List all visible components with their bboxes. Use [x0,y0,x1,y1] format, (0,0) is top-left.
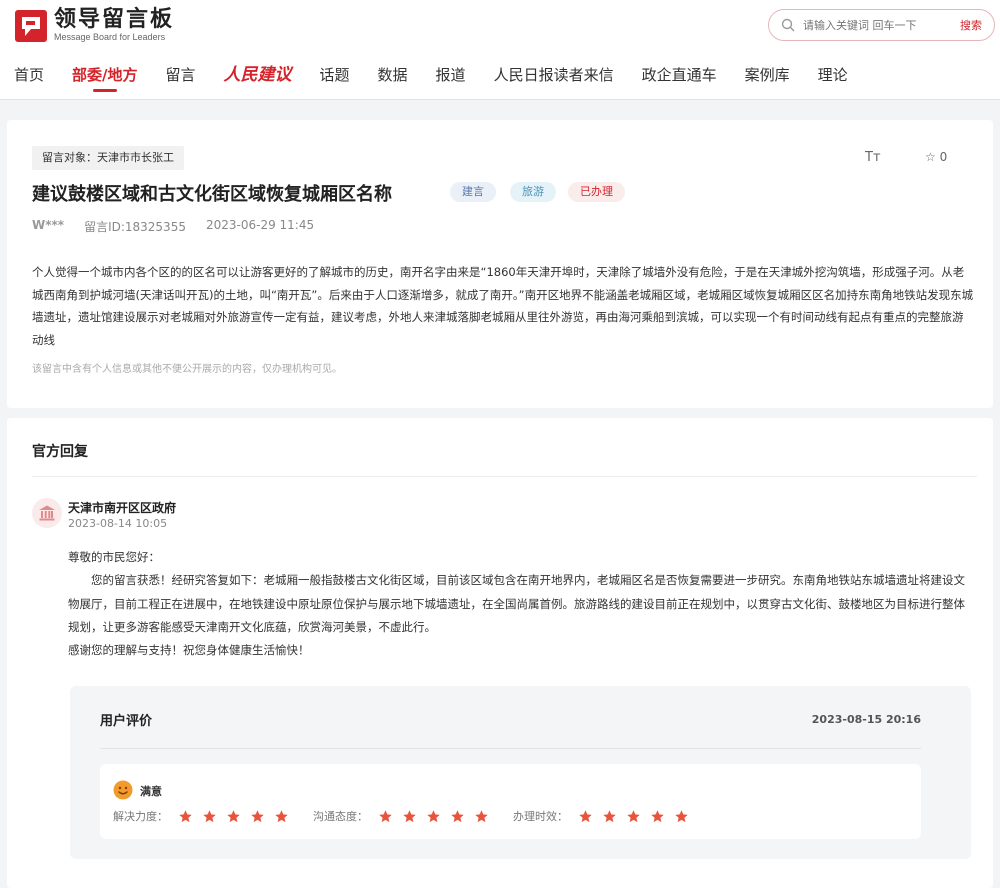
search-input[interactable] [803,18,943,32]
evaluation-result: 满意 [140,785,162,798]
message-target: 留言对象：天津市市长张工 [32,146,184,170]
rating-label: 沟通态度： [313,810,368,823]
rating-label: 办理时效： [513,810,568,823]
message-id: 留言ID:18325355 [84,220,186,234]
star-icon [651,809,664,822]
rating-resolution: 解决力度： [113,808,289,824]
reply-card: 官方回复 天津市南开区区政府 2023-08-14 10:05 尊敬的市民您好：… [7,418,993,888]
nav-home[interactable]: 首页 [0,62,58,92]
star-icon [203,809,216,822]
tag-tourism: 旅游 [510,182,556,202]
nav-enterprise-express[interactable]: 政企直通车 [628,62,731,92]
star-icon [451,809,464,822]
reply-section-title: 官方回复 [32,444,88,460]
reply-body: 尊敬的市民您好： 您的留言获悉！经研究答复如下：老城厢一般指鼓楼古文化街区域，目… [68,546,973,662]
site-logo[interactable]: 领导留言板 Message Board for Leaders [14,8,174,43]
message-user: W*** [32,218,65,232]
rating-timeliness: 办理时效： [513,808,689,824]
message-time: 2023-06-29 11:45 [205,218,315,232]
rating-list: 解决力度： 沟通态度： 办理时效： [113,808,689,824]
star-icon [251,809,264,822]
nav-ministries-local[interactable]: 部委/地方 [58,62,151,92]
logo-subtitle: Message Board for Leaders [54,32,166,42]
divider [32,476,977,477]
star-icon [379,809,392,822]
star-icon [403,809,416,822]
government-building-icon [39,505,55,521]
logo-title: 领导留言板 [54,7,175,32]
star-icon [603,809,616,822]
star-rating [578,809,689,824]
star-icon [227,809,240,822]
logo-icon [15,9,47,42]
tag-status-handled: 已办理 [568,182,625,202]
reply-date: 2023-08-14 10:05 [68,517,168,530]
reply-closing: 感谢您的理解与支持！祝您身体健康生活愉快！ [68,643,310,658]
star-icon [675,809,688,822]
government-avatar [32,498,62,528]
star-rating [178,809,289,824]
rating-attitude: 沟通态度： [313,808,489,824]
star-icon [427,809,440,822]
smile-face-icon [113,780,133,800]
reply-content: 您的留言获悉！经研究答复如下：老城厢一般指鼓楼古文化街区域，目前该区域包含在南开… [68,573,965,634]
nav-reports[interactable]: 报道 [422,62,480,92]
message-meta: W*** 留言ID:18325355 2023-06-29 11:45 [32,218,314,235]
search-box: 搜索 [768,9,995,41]
star-icon [579,809,592,822]
star-icon [627,809,640,822]
search-icon [781,18,795,32]
tag-suggestion: 建言 [450,182,496,202]
reply-greeting: 尊敬的市民您好： [68,550,160,564]
search-button[interactable]: 搜索 [960,17,982,33]
site-header: 领导留言板 Message Board for Leaders 搜索 首页 部委… [0,0,1000,100]
evaluation-date: 2023-08-15 20:16 [811,713,921,726]
star-rating [378,809,489,824]
main-nav: 首页 部委/地方 留言 人民建议 话题 数据 报道 人民日报读者来信 政企直通车… [0,62,862,92]
message-title: 建议鼓楼区域和古文化街区域恢复城厢区名称 [32,184,392,205]
privacy-note: 该留言中含有个人信息或其他不便公开展示的内容，仅办理机构可见。 [32,364,342,375]
message-card: 留言对象：天津市市长张工 Tт ☆ 0 建议鼓楼区域和古文化街区域恢复城厢区名称… [7,120,993,408]
favorite-button[interactable]: ☆ 0 [925,150,947,164]
star-icon [475,809,488,822]
star-icon [275,809,288,822]
reply-organization: 天津市南开区区政府 [68,501,177,515]
nav-people-suggestion[interactable]: 人民建议 [210,62,306,92]
evaluation-title: 用户评价 [100,714,153,729]
rating-label: 解决力度： [113,810,168,823]
nav-data[interactable]: 数据 [364,62,422,92]
message-content: 个人觉得一个城市内各个区的的区名可以让游客更好的了解城市的历史，南开名字由来是“… [32,265,974,347]
nav-messages[interactable]: 留言 [152,62,210,92]
divider [100,748,921,749]
nav-topics[interactable]: 话题 [306,62,364,92]
user-evaluation: 用户评价 2023-08-15 20:16 满意 解决力度： 沟通态度： 办理时… [70,686,971,859]
font-size-button[interactable]: Tт [865,150,881,165]
nav-readers-letters[interactable]: 人民日报读者来信 [480,62,628,92]
evaluation-box: 满意 解决力度： 沟通态度： 办理时效： [100,764,921,839]
star-icon [179,809,192,822]
nav-theory[interactable]: 理论 [804,62,862,92]
nav-case-library[interactable]: 案例库 [731,62,804,92]
